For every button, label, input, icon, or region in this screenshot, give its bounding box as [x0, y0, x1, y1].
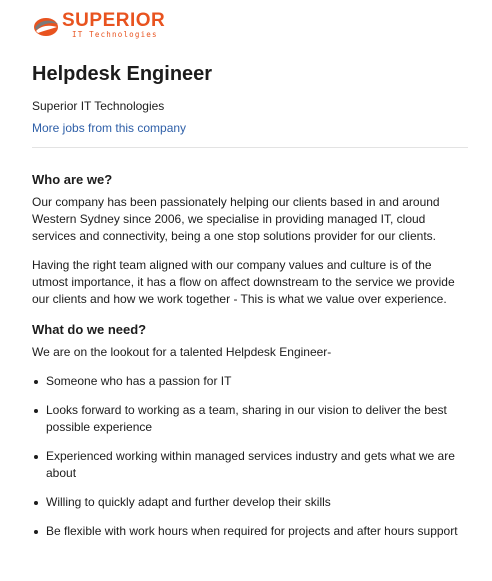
what-do-we-need-heading: What do we need?	[32, 322, 147, 337]
more-jobs-link[interactable]: More jobs from this company	[32, 120, 186, 136]
bullet-icon	[34, 530, 38, 534]
list-item: Someone who has a passion for IT	[32, 373, 468, 390]
list-item-text: Experienced working within managed servi…	[46, 449, 455, 480]
bullet-icon	[34, 501, 38, 505]
requirements-list: Someone who has a passion for IT Looks f…	[32, 373, 468, 540]
job-posting-page: SUPERIOR IT Technologies Helpdesk Engine…	[0, 0, 492, 581]
section-divider	[32, 147, 468, 148]
list-item: Experienced working within managed servi…	[32, 448, 468, 482]
logo-wordmark: SUPERIOR IT Technologies	[62, 11, 165, 39]
list-item: Willing to quickly adapt and further dev…	[32, 494, 468, 511]
logo-name: SUPERIOR	[62, 10, 166, 32]
superior-swirl-logo-icon	[34, 18, 58, 36]
company-name: Superior IT Technologies	[32, 99, 165, 113]
bullet-icon	[34, 380, 38, 384]
list-item: Looks forward to working as a team, shar…	[32, 402, 468, 436]
need-intro: We are on the lookout for a talented Hel…	[32, 345, 332, 359]
job-title: Helpdesk Engineer	[32, 63, 213, 85]
who-are-we-heading: Who are we?	[32, 172, 113, 187]
list-item-text: Someone who has a passion for IT	[46, 374, 232, 388]
company-logo: SUPERIOR IT Technologies	[32, 0, 468, 44]
who-paragraph-2: Having the right team aligned with our c…	[32, 258, 455, 306]
list-item: Be flexible with work hours when require…	[32, 523, 468, 540]
bullet-icon	[34, 455, 38, 459]
bullet-icon	[34, 409, 38, 413]
list-item-text: Looks forward to working as a team, shar…	[46, 403, 447, 434]
list-item-text: Willing to quickly adapt and further dev…	[46, 495, 331, 509]
list-item-text: Be flexible with work hours when require…	[46, 524, 458, 538]
logo-subtitle: IT Technologies	[72, 30, 158, 40]
who-paragraph-1: Our company has been passionately helpin…	[32, 195, 440, 243]
